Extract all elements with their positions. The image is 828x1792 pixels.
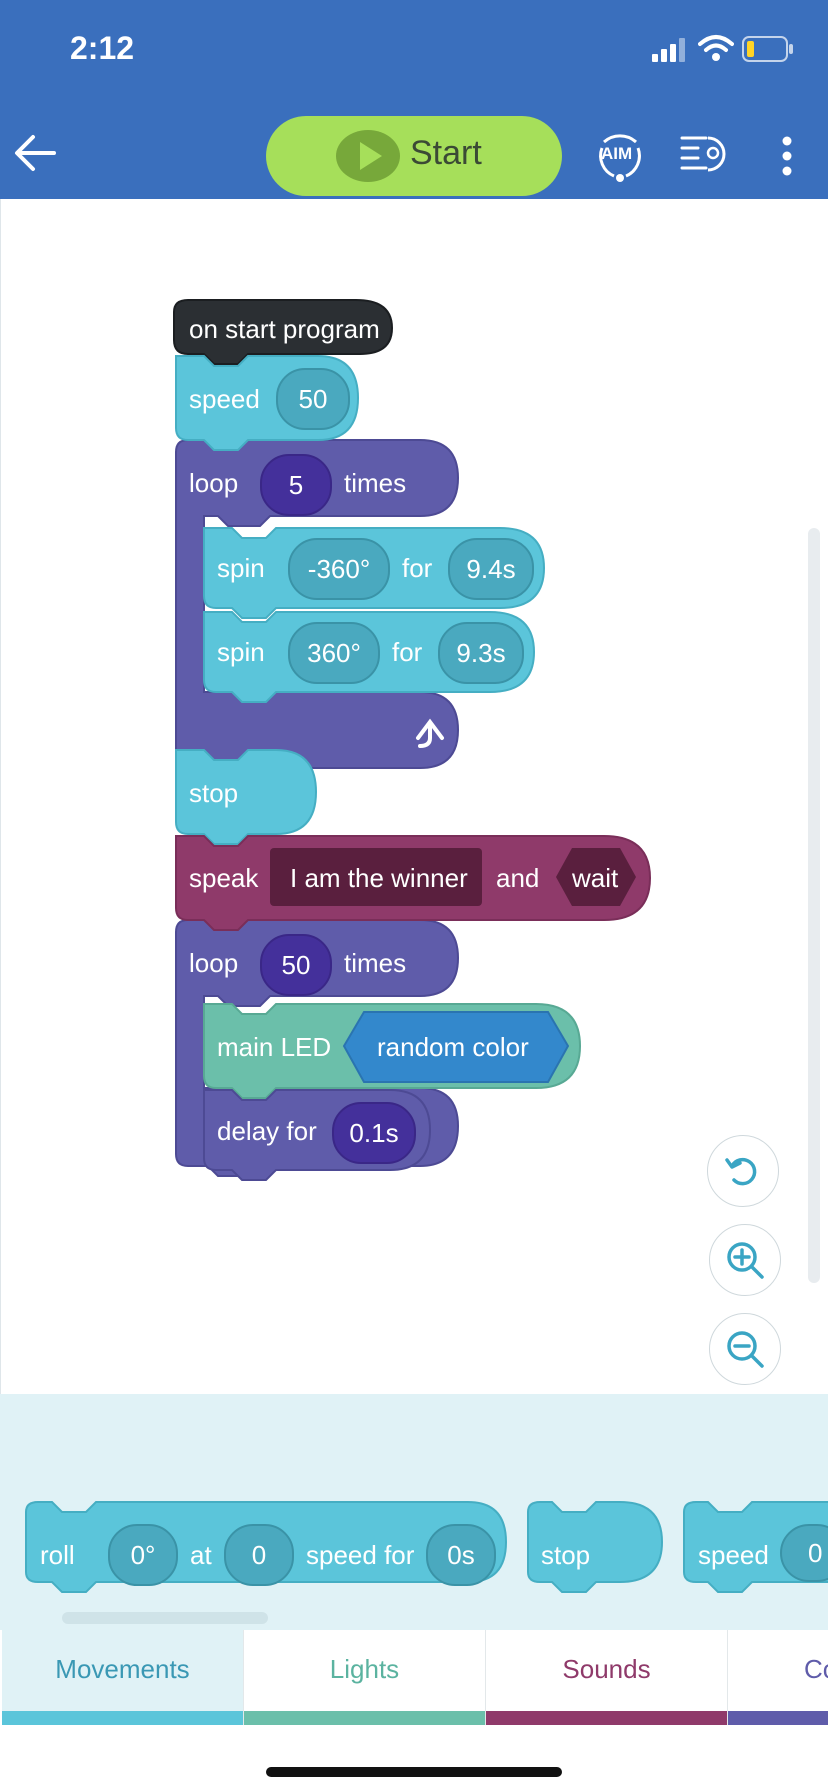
spin2-label[interactable]: spin [217,637,265,668]
spin2-duration-input[interactable]: 9.3s [438,622,524,684]
palette-roll-at-label: at [190,1540,212,1570]
speak-label[interactable]: speak [189,863,258,894]
tab-movements-color-bar [2,1711,243,1725]
delay-value-input[interactable]: 0.1s [332,1102,416,1164]
loop2-label[interactable]: loop [189,948,238,979]
palette-roll-label[interactable]: roll [40,1540,75,1571]
delay-label[interactable]: delay for [217,1116,317,1147]
loop2-times-label: times [344,948,407,978]
spin1-label[interactable]: spin [217,553,265,584]
zoom-out-button[interactable] [709,1313,781,1385]
main-led-color-input[interactable]: random color [377,1032,529,1063]
program-blocks [173,299,652,1224]
tab-controls-label: Co [804,1654,828,1684]
palette-roll-duration-input[interactable]: 0s [426,1524,496,1586]
tab-controls[interactable]: Co [728,1630,828,1725]
category-tabs: Movements Lights Sounds Co [0,1630,828,1725]
palette-roll-speed-for-label: speed for [306,1540,415,1570]
tab-movements[interactable]: Movements [2,1630,244,1725]
on-start-label[interactable]: on start program [189,314,380,345]
speed-value-input[interactable]: 50 [276,368,350,430]
loop2-count-input[interactable]: 50 [260,934,332,996]
tab-controls-color-bar [728,1711,828,1725]
palette-speed-label[interactable]: speed [698,1540,769,1571]
tab-movements-label: Movements [55,1654,190,1684]
spin2-angle-input[interactable]: 360° [288,622,380,684]
zoom-out-icon [727,1331,764,1368]
tab-sounds-label: Sounds [562,1654,651,1684]
speak-and-label: and [496,863,540,893]
speak-wait-toggle[interactable]: wait [572,863,618,894]
speed-label[interactable]: speed [189,384,260,415]
tab-lights-label: Lights [329,1654,400,1684]
palette-stop-label[interactable]: stop [541,1540,590,1571]
tab-lights-color-bar [244,1711,485,1725]
spin1-duration-input[interactable]: 9.4s [448,538,534,600]
zoom-in-icon [727,1242,764,1279]
loop1-times-label: times [344,468,407,498]
stop-label[interactable]: stop [189,778,238,809]
loop1-count-input[interactable]: 5 [260,454,332,516]
undo-icon [725,1157,757,1186]
tab-lights[interactable]: Lights [244,1630,486,1725]
spin1-angle-input[interactable]: -360° [288,538,390,600]
spin1-for-label: for [402,553,433,583]
loop1-label[interactable]: loop [189,468,238,499]
zoom-in-button[interactable] [709,1224,781,1296]
spin2-for-label: for [392,637,423,667]
palette-roll-speed-input[interactable]: 0 [224,1524,294,1586]
home-indicator [266,1767,562,1777]
undo-button[interactable] [707,1135,779,1207]
loop2-end-arrow-icon [416,1194,444,1224]
palette-roll-angle-input[interactable]: 0° [108,1524,178,1586]
speak-text-input[interactable]: I am the winner [290,863,468,894]
tab-sounds[interactable]: Sounds [486,1630,728,1725]
main-led-label[interactable]: main LED [217,1032,331,1063]
palette-horizontal-scrollbar[interactable] [62,1612,268,1624]
tab-sounds-color-bar [486,1711,727,1725]
